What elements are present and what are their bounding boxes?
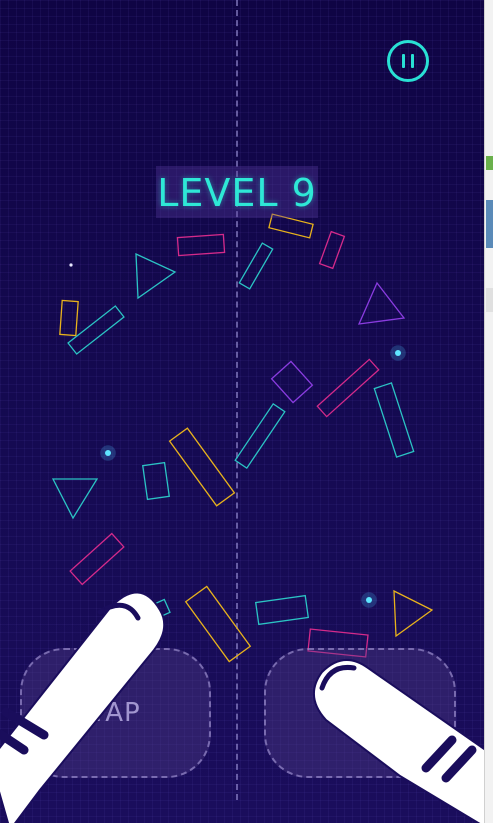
finger-icon bbox=[0, 591, 166, 823]
tutorial-hands-layer bbox=[0, 591, 484, 823]
finger-icon bbox=[313, 659, 484, 823]
background-window-edge bbox=[484, 0, 493, 823]
game-canvas[interactable]: LEVEL 9 TAP TAP bbox=[0, 0, 484, 823]
